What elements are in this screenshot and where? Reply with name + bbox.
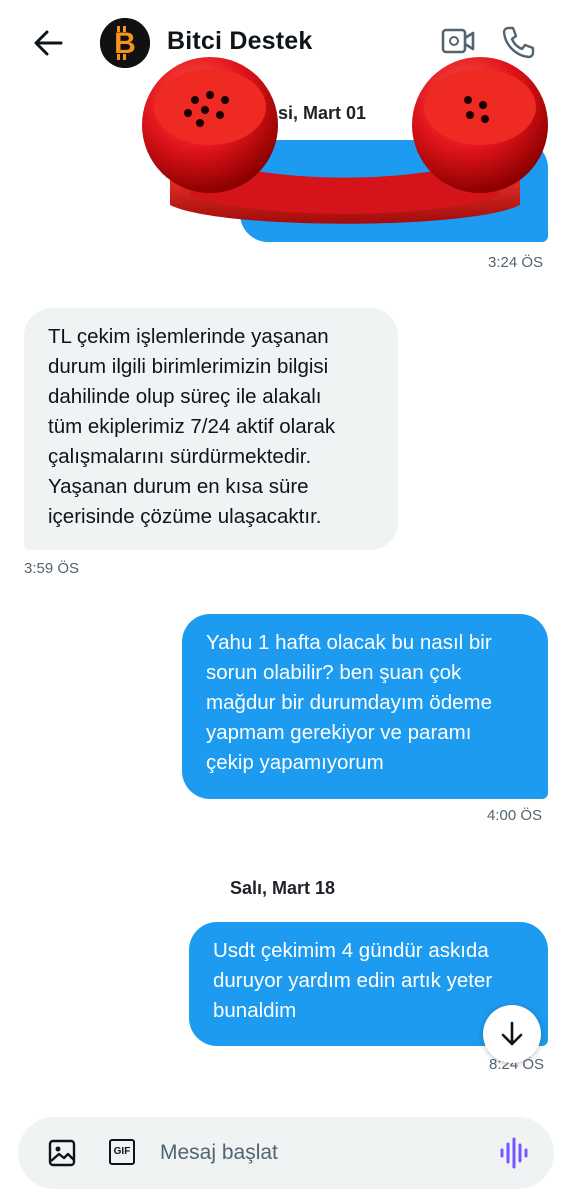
voice-icon[interactable] <box>498 1136 530 1170</box>
telephone-sticker-icon <box>142 57 548 224</box>
chat-title[interactable]: Bitci Destek <box>167 27 313 56</box>
message-composer: GIF Mesaj başlat <box>18 1117 554 1189</box>
message-bubble-incoming[interactable]: TL çekim işlemlerinde yaşanan durum ilgi… <box>24 308 398 550</box>
scroll-to-bottom-button[interactable] <box>483 1005 541 1063</box>
message-time: 3:59 ÖS <box>24 560 80 577</box>
gif-label: GIF <box>113 1146 131 1157</box>
arrow-down-icon <box>501 1021 523 1046</box>
date-separator: Salı, Mart 18 <box>230 878 336 898</box>
image-icon[interactable] <box>48 1139 76 1167</box>
video-call-icon[interactable] <box>440 25 476 57</box>
gif-icon[interactable]: GIF <box>109 1139 135 1165</box>
back-arrow-icon[interactable] <box>30 25 66 61</box>
message-time: 4:00 ÖS <box>487 807 543 824</box>
message-time: 3:24 ÖS <box>488 254 544 271</box>
message-input[interactable]: Mesaj başlat <box>160 1141 278 1165</box>
message-bubble-outgoing[interactable]: Yahu 1 hafta olacak bu nasıl bir sorun o… <box>182 614 548 799</box>
